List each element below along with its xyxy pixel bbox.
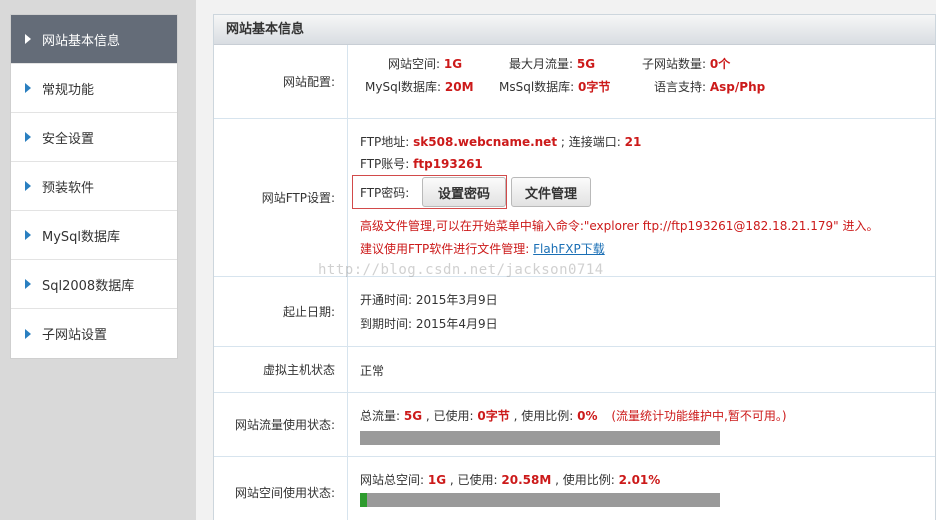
expire-date: 2015年4月9日 <box>415 317 498 331</box>
space-usage-row: 网站空间使用状态: 网站总空间: 1G , 已使用: 20.58M , 使用比例… <box>214 457 935 520</box>
host-status-label: 虚拟主机状态 <box>214 347 348 392</box>
sidebar-item-label: 预装软件 <box>42 180 95 196</box>
ftp-row: 网站FTP设置: FTP地址: sk508.webcname.net ; 连接端… <box>214 119 935 277</box>
file-manager-button[interactable]: 文件管理 <box>511 177 591 207</box>
arrow-right-icon <box>25 83 31 93</box>
sidebar-item-label: Sql2008数据库 <box>42 278 135 294</box>
config-label: 网站配置: <box>214 45 348 118</box>
ftp-account-line: FTP账号: ftp193261 <box>360 157 483 171</box>
panel-title: 网站基本信息 <box>214 15 935 45</box>
sidebar-nav: 网站基本信息 常规功能 安全设置 预装软件 MySql数据库 Sql2008数据… <box>10 14 178 359</box>
sidebar-item-label: 安全设置 <box>42 131 95 147</box>
space-total: 1G <box>427 473 447 487</box>
subsite-info: 子网站数量: 0个 <box>642 57 731 71</box>
mssql-info: MsSql数据库: 0字节 <box>499 80 611 94</box>
dates-label: 起止日期: <box>214 277 348 346</box>
ftp-address: sk508.webcname.net <box>413 135 558 149</box>
mysql-value: 20M <box>444 80 474 94</box>
expire-date-line: 到期时间: 2015年4月9日 <box>360 317 498 331</box>
space-progress-fill <box>360 493 368 507</box>
sidebar-item-sql2008[interactable]: Sql2008数据库 <box>11 260 177 309</box>
ftp-account: ftp193261 <box>413 157 483 171</box>
space-usage-line: 网站总空间: 1G , 已使用: 20.58M , 使用比例: 2.01% <box>360 473 661 487</box>
traffic-info: 最大月流量: 5G <box>509 57 596 71</box>
sidebar-item-mysql[interactable]: MySql数据库 <box>11 211 177 260</box>
sidebar-item-subsites[interactable]: 子网站设置 <box>11 309 177 358</box>
sidebar-item-general[interactable]: 常规功能 <box>11 64 177 113</box>
traffic-usage-label: 网站流量使用状态: <box>214 393 348 456</box>
site-info-panel: 网站基本信息 网站配置: 网站空间: 1G 最大月流量: 5G 子网站数量: 0… <box>213 14 936 520</box>
ftp-port: 21 <box>624 135 642 149</box>
traffic-usage-line: 总流量: 5G , 已使用: 0字节 , 使用比例: 0% (流量统计功能维护中… <box>360 409 787 423</box>
arrow-right-icon <box>25 132 31 142</box>
space-used: 20.58M <box>501 473 552 487</box>
arrow-right-icon <box>25 181 31 191</box>
sidebar-item-label: 子网站设置 <box>42 328 108 343</box>
arrow-right-icon <box>25 279 31 289</box>
main-area: 网站基本信息 网站配置: 网站空间: 1G 最大月流量: 5G 子网站数量: 0… <box>196 0 936 520</box>
subsite-value: 0个 <box>709 57 731 71</box>
traffic-used: 0字节 <box>477 409 510 423</box>
traffic-progress-bar <box>360 431 720 445</box>
mssql-value: 0字节 <box>578 80 611 94</box>
traffic-value: 5G <box>576 57 596 71</box>
flashfxp-download-link[interactable]: FlahFXP下载 <box>533 242 605 256</box>
set-password-button[interactable]: 设置密码 <box>422 177 506 207</box>
dates-row: 起止日期: 开通时间: 2015年3月9日 到期时间: 2015年4月9日 <box>214 277 935 347</box>
lang-value: Asp/Php <box>709 80 766 94</box>
ftp-label: 网站FTP设置: <box>214 119 348 276</box>
arrow-right-icon <box>25 34 31 44</box>
sidebar-item-label: 网站基本信息 <box>42 33 121 49</box>
traffic-ratio: 0% <box>577 409 598 423</box>
ftp-password-label: FTP密码: <box>360 185 410 200</box>
space-info: 网站空间: 1G <box>388 57 463 71</box>
sidebar-item-software[interactable]: 预装软件 <box>11 162 177 211</box>
host-status-value: 正常 <box>360 364 385 378</box>
advanced-ftp-note: 高级文件管理,可以在开始菜单中输入命令:"explorer ftp://ftp1… <box>360 219 879 233</box>
space-usage-label: 网站空间使用状态: <box>214 457 348 520</box>
arrow-right-icon <box>25 328 31 339</box>
open-date: 2015年3月9日 <box>415 293 498 307</box>
ftp-suggest-line: 建议使用FTP软件进行文件管理: FlahFXP下载 <box>360 242 605 256</box>
sidebar-item-site-info[interactable]: 网站基本信息 <box>11 15 177 64</box>
sidebar-item-security[interactable]: 安全设置 <box>11 113 177 162</box>
space-value: 1G <box>443 57 463 71</box>
traffic-total: 5G <box>403 409 423 423</box>
sidebar-item-label: 常规功能 <box>42 82 95 98</box>
space-ratio: 2.01% <box>618 473 661 487</box>
traffic-maintenance-note: (流量统计功能维护中,暂不可用。) <box>611 409 787 423</box>
lang-info: 语言支持: Asp/Php <box>654 80 766 94</box>
host-status-row: 虚拟主机状态 正常 <box>214 347 935 393</box>
config-row: 网站配置: 网站空间: 1G 最大月流量: 5G 子网站数量: 0个 MySql… <box>214 45 935 119</box>
space-progress-bar <box>360 493 720 507</box>
traffic-usage-row: 网站流量使用状态: 总流量: 5G , 已使用: 0字节 , 使用比例: 0% … <box>214 393 935 457</box>
arrow-right-icon <box>25 230 31 240</box>
sidebar-item-label: MySql数据库 <box>42 229 121 245</box>
mysql-info: MySql数据库: 20M <box>365 80 474 94</box>
open-date-line: 开通时间: 2015年3月9日 <box>360 293 498 307</box>
ftp-address-line: FTP地址: sk508.webcname.net ; 连接端口: 21 <box>360 135 642 149</box>
